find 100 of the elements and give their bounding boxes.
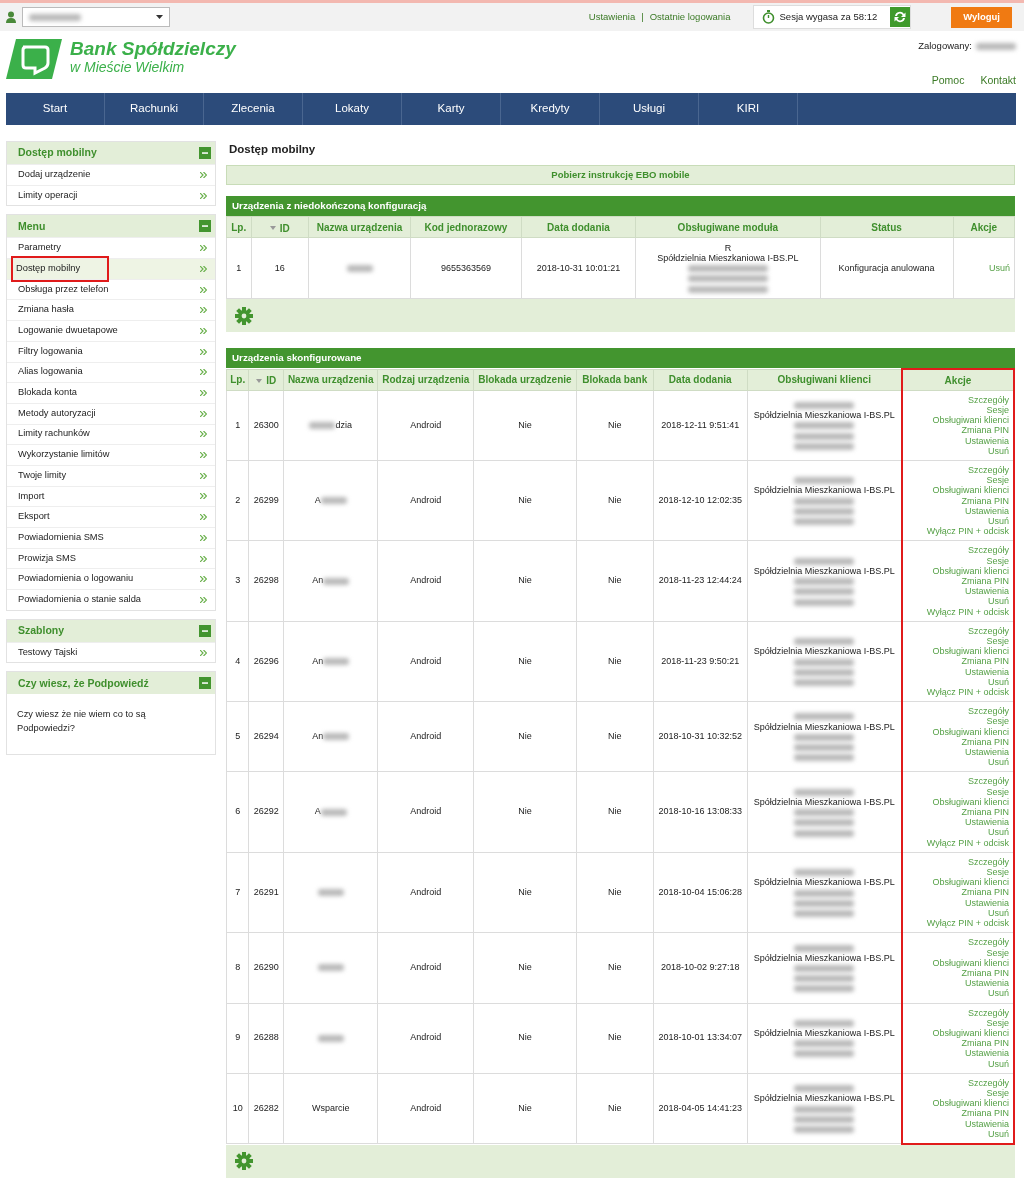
sidebar-item[interactable]: Zmiana hasła [7, 299, 215, 321]
column-header[interactable]: Obsługiwani klienci [777, 372, 871, 388]
sidebar-item[interactable]: Alias logowania [7, 361, 215, 383]
sidebar-item[interactable]: Wykorzystanie limitów [7, 444, 215, 465]
action-link[interactable]: Zmiana PIN [906, 656, 1009, 667]
action-link[interactable]: Usuń [906, 907, 1009, 919]
action-link[interactable]: Usuń [906, 1128, 1009, 1139]
action-link[interactable]: Sesje [906, 867, 1009, 878]
action-link[interactable]: Usuń [906, 757, 1009, 768]
action-link[interactable]: Ustawienia [906, 666, 1009, 677]
action-link[interactable]: Usuń [906, 827, 1009, 838]
sidebar-item[interactable]: Obsługa przez telefon [7, 278, 215, 300]
action-link[interactable]: Szczegóły [906, 706, 1009, 717]
action-link[interactable]: Zmiana PIN [906, 807, 1009, 818]
action-link[interactable]: Usuń [906, 516, 1009, 527]
action-link[interactable]: Zmiana PIN [906, 425, 1009, 436]
nav-item[interactable]: Start [6, 93, 105, 125]
action-link[interactable]: Zmiana PIN [906, 1038, 1009, 1049]
sidebar-item[interactable]: Blokada konta [7, 382, 215, 403]
column-header[interactable]: ID [266, 373, 277, 388]
action-link[interactable]: Szczegóły [906, 625, 1009, 636]
sidebar-item[interactable]: Logowanie dwuetapowe [7, 320, 215, 341]
sidebar-item[interactable]: Dostęp mobilny [7, 258, 215, 279]
action-link[interactable]: Zmiana PIN [906, 495, 1009, 506]
sidebar-item[interactable]: Powiadomienia o stanie salda [7, 589, 215, 610]
column-header[interactable]: Nazwa urządzenia [316, 219, 403, 235]
action-link[interactable]: Ustawienia [906, 505, 1009, 516]
column-header[interactable]: Blokada bank [582, 372, 648, 388]
action-link[interactable]: Zmiana PIN [906, 887, 1009, 898]
sidebar-item[interactable]: Limity operacji [7, 184, 215, 206]
collapse-button[interactable] [199, 147, 211, 159]
sidebar-item[interactable]: Filtry logowania [7, 340, 215, 362]
nav-item[interactable]: KIRI [699, 93, 798, 125]
action-link[interactable]: Sesje [906, 555, 1009, 566]
nav-item[interactable]: Kredyty [501, 93, 600, 125]
action-link[interactable]: Sesje [906, 404, 1009, 416]
sidebar-item[interactable]: Metody autoryzacji [7, 402, 215, 424]
action-link[interactable]: Usuń [906, 676, 1009, 688]
action-link[interactable]: Szczegóły [906, 937, 1009, 948]
action-link[interactable]: Szczegóły [906, 1077, 1009, 1088]
column-header[interactable]: Obsługiwane moduła [677, 219, 779, 235]
sidebar-item[interactable]: Dodaj urządzenie [7, 164, 215, 185]
action-link[interactable]: Obsługiwani klienci [906, 726, 1009, 737]
action-link[interactable]: Ustawienia [906, 817, 1009, 828]
top-link[interactable]: Ostatnie logowania [649, 9, 731, 25]
instruction-link[interactable]: Pobierz instrukcję EBO mobile [226, 165, 1015, 186]
action-link[interactable]: Zmiana PIN [906, 967, 1009, 979]
action-link[interactable]: Ustawienia [906, 586, 1009, 597]
nav-item[interactable]: Zlecenia [204, 93, 303, 125]
action-link[interactable]: Ustawienia [906, 897, 1009, 908]
column-header[interactable]: Akcje [970, 219, 998, 235]
sidebar-item[interactable]: Import [7, 485, 215, 507]
sidebar-item[interactable]: Twoje limity [7, 464, 215, 486]
collapse-button[interactable] [199, 220, 211, 233]
action-link[interactable]: Sesje [906, 786, 1009, 797]
column-header[interactable]: Data dodania [668, 372, 732, 388]
sidebar-item[interactable]: Powiadomienia o logowaniu [7, 568, 215, 590]
action-link[interactable]: Usuń [906, 445, 1009, 456]
action-link[interactable]: Obsługiwani klienci [906, 796, 1009, 808]
action-link[interactable]: Szczegóły [906, 464, 1009, 476]
column-header[interactable]: Nazwa urządzenia [287, 372, 374, 388]
action-link[interactable]: Obsługiwani klienci [906, 415, 1009, 426]
action-link[interactable]: Obsługiwani klienci [906, 957, 1009, 968]
sidebar-item[interactable]: Limity rachunków [7, 423, 215, 445]
action-link[interactable]: Obsługiwani klienci [906, 877, 1009, 888]
column-header[interactable]: Data dodania [547, 219, 610, 235]
action-link[interactable]: Usuń [906, 596, 1009, 607]
action-link[interactable]: Sesje [906, 716, 1009, 727]
nav-item[interactable]: Karty [402, 93, 501, 125]
action-link[interactable]: Ustawienia [906, 1048, 1009, 1059]
column-header[interactable]: Rodzaj urządzenia [382, 372, 470, 388]
action-link[interactable]: Ustawienia [906, 747, 1009, 758]
collapse-button[interactable] [199, 624, 211, 637]
action-link[interactable]: Zmiana PIN [906, 576, 1009, 587]
action-link[interactable]: Obsługiwani klienci [906, 646, 1009, 657]
collapse-button[interactable] [199, 677, 211, 690]
logout-button[interactable]: Wyloguj [951, 6, 1012, 28]
column-header[interactable]: ID [279, 220, 290, 236]
sidebar-item[interactable]: Powiadomienia SMS [7, 527, 215, 548]
action-link[interactable]: Obsługiwani klienci [906, 565, 1009, 576]
action-link[interactable]: Wyłącz PIN + odcisk [906, 918, 1009, 929]
column-header[interactable]: Akcje [944, 372, 972, 388]
sidebar-item[interactable]: Eksport [7, 506, 215, 527]
action-link[interactable]: Obsługiwani klienci [906, 485, 1009, 496]
action-link[interactable]: Ustawienia [906, 978, 1009, 989]
action-link[interactable]: Usuń [957, 263, 1010, 274]
action-link[interactable]: Szczegóły [906, 545, 1009, 556]
action-link[interactable]: Zmiana PIN [906, 736, 1009, 748]
action-link[interactable]: Zmiana PIN [906, 1108, 1009, 1119]
action-link[interactable]: Wyłącz PIN + odcisk [906, 837, 1009, 848]
nav-item[interactable]: Rachunki [105, 93, 204, 125]
column-header[interactable]: Blokada urządzenie [478, 372, 572, 388]
action-link[interactable]: Obsługiwani klienci [906, 1027, 1009, 1039]
action-link[interactable]: Sesje [906, 475, 1009, 486]
nav-item[interactable]: Usługi [600, 93, 699, 125]
action-link[interactable]: Ustawienia [906, 1118, 1009, 1129]
top-link[interactable]: Ustawienia [588, 9, 636, 25]
header-link[interactable]: Pomoc [931, 73, 965, 89]
sidebar-item[interactable]: Prowizja SMS [7, 547, 215, 569]
action-link[interactable]: Sesje [906, 636, 1009, 647]
